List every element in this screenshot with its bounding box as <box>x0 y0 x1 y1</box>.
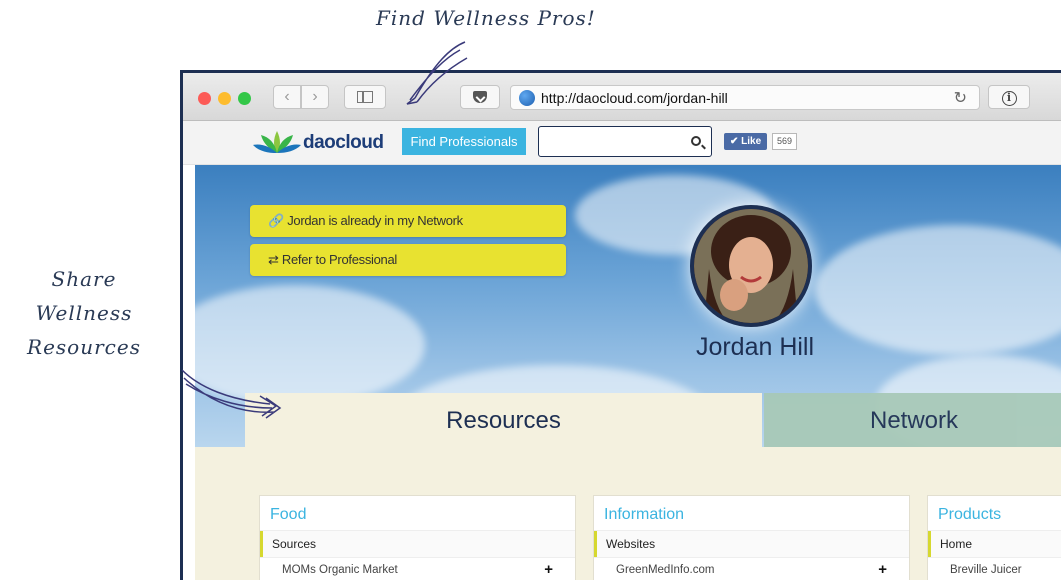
tab-network[interactable]: Network <box>764 393 1061 448</box>
sidebar-toggle-button[interactable] <box>344 85 386 109</box>
list-item[interactable]: GreenMedInfo.com + <box>594 557 909 580</box>
browser-toolbar: ‹ › http://daocloud.com/jordan-hill ↻ i <box>183 73 1061 121</box>
url-text: http://daocloud.com/jordan-hill <box>541 90 728 106</box>
reload-icon[interactable]: ↻ <box>954 88 967 108</box>
add-icon[interactable]: + <box>878 558 887 580</box>
tab-resources[interactable]: Resources <box>245 393 762 448</box>
resource-card-products: Products Home Breville Juicer <box>927 495 1061 580</box>
profile-name: Jordan Hill <box>695 333 815 361</box>
search-input[interactable] <box>538 126 712 157</box>
card-category[interactable]: Home <box>928 531 1061 557</box>
add-icon[interactable]: + <box>544 558 553 580</box>
minimize-window-button[interactable] <box>218 92 231 105</box>
list-item[interactable]: Breville Juicer <box>928 557 1061 580</box>
resources-panel: Food Sources MOMs Organic Market + Infor… <box>195 447 1061 580</box>
address-bar[interactable]: http://daocloud.com/jordan-hill ↻ <box>510 85 980 110</box>
portrait-image <box>694 209 808 323</box>
like-count: 569 <box>772 133 798 150</box>
lotus-icon <box>253 131 301 153</box>
avatar <box>690 205 812 327</box>
annotation-line-1: Share Wellness <box>35 267 133 325</box>
list-item-label: Breville Juicer <box>950 564 1022 576</box>
pocket-icon <box>473 91 487 103</box>
list-item-label: MOMs Organic Market <box>282 564 398 576</box>
info-button[interactable]: i <box>988 85 1030 109</box>
facebook-like-button[interactable]: ✔ Like <box>724 133 768 150</box>
logo-text: daocloud <box>303 132 384 153</box>
annotation-arrow-top <box>406 41 468 105</box>
annotation-find-wellness-pros: Find Wellness Pros! <box>376 6 596 30</box>
search-icon[interactable] <box>691 136 701 146</box>
chevron-left-icon: ‹ <box>284 88 290 105</box>
annotation-share-wellness-resources: Share Wellness Resources <box>4 262 164 364</box>
resource-card-information: Information Websites GreenMedInfo.com + <box>593 495 910 580</box>
card-title: Information <box>594 496 909 531</box>
forward-button[interactable]: › <box>301 85 329 109</box>
card-title: Food <box>260 496 575 531</box>
browser-window: ‹ › http://daocloud.com/jordan-hill ↻ i … <box>180 70 1061 580</box>
chevron-right-icon: › <box>312 88 318 105</box>
sidebar-icon <box>357 91 373 103</box>
site-header: daocloud Find Professionals ✔ Like 569 <box>183 121 1061 165</box>
card-category[interactable]: Sources <box>260 531 575 557</box>
card-title: Products <box>928 496 1061 531</box>
zoom-window-button[interactable] <box>238 92 251 105</box>
refer-to-professional-button[interactable]: ⇄ Refer to Professional <box>250 244 566 276</box>
resource-card-food: Food Sources MOMs Organic Market + <box>259 495 576 580</box>
daocloud-logo[interactable]: daocloud <box>253 127 384 157</box>
globe-icon <box>519 90 535 106</box>
find-professionals-button[interactable]: Find Professionals <box>402 128 526 155</box>
already-in-network-button[interactable]: 🔗 Jordan is already in my Network <box>250 205 566 237</box>
close-window-button[interactable] <box>198 92 211 105</box>
card-category[interactable]: Websites <box>594 531 909 557</box>
annotation-arrow-left <box>181 369 282 419</box>
annotation-line-2: Resources <box>27 335 141 359</box>
info-icon: i <box>1001 91 1017 106</box>
list-item[interactable]: MOMs Organic Market + <box>260 557 575 580</box>
list-item-label: GreenMedInfo.com <box>616 564 715 576</box>
back-button[interactable]: ‹ <box>273 85 301 109</box>
